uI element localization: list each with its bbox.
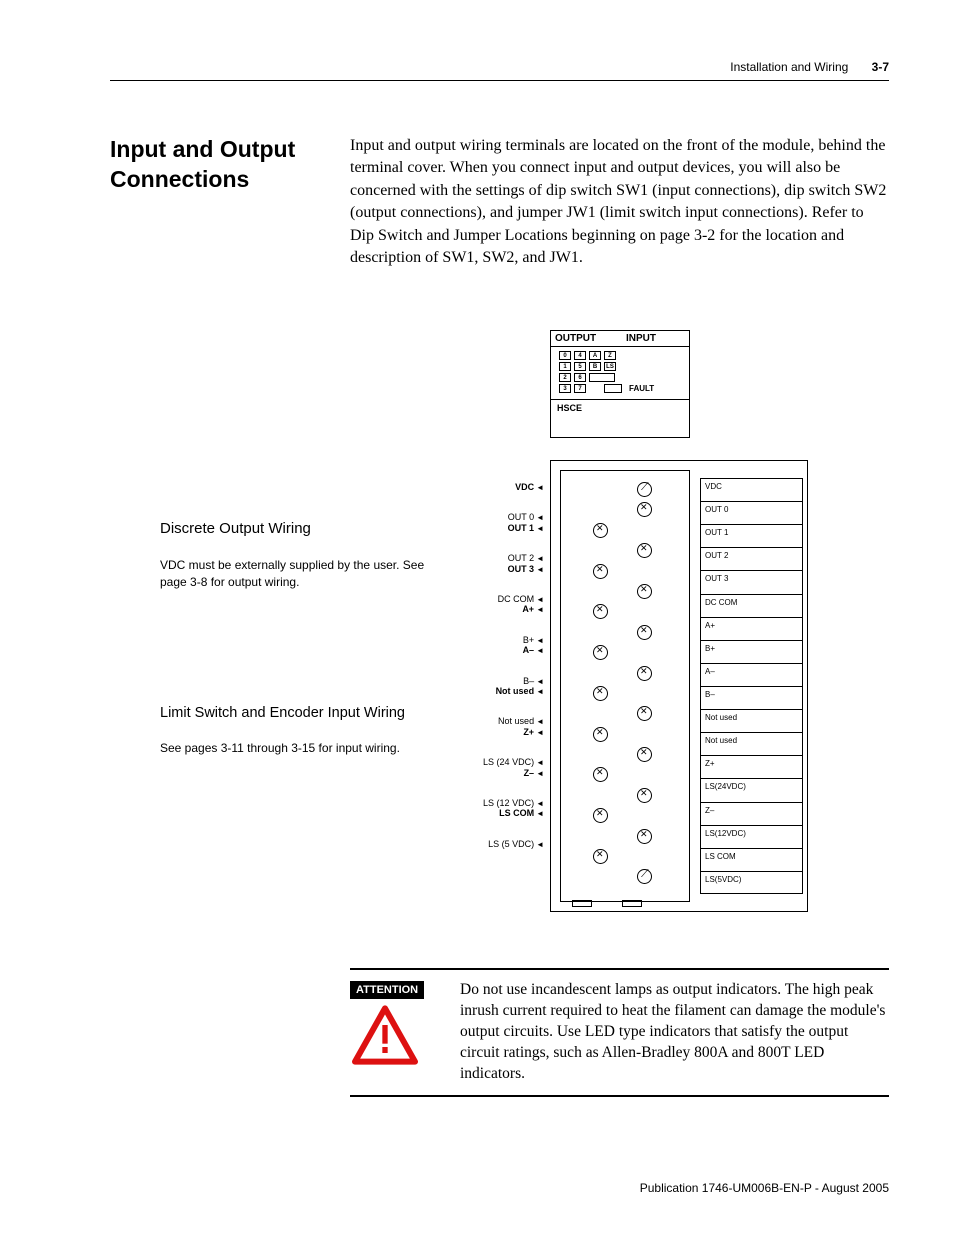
running-header: Installation and Wiring 3-7 bbox=[730, 60, 889, 74]
right-terminal-label: OUT 3 bbox=[700, 570, 803, 593]
right-terminal-label: Z– bbox=[700, 802, 803, 825]
terminal-label: Z+ bbox=[523, 722, 550, 742]
right-terminal-label: OUT 1 bbox=[700, 524, 803, 547]
led-output-label: OUTPUT bbox=[551, 331, 618, 346]
terminal-label: OUT 3 bbox=[508, 559, 550, 579]
section-title: Input and Output Connections bbox=[110, 135, 310, 195]
terminal-label: Z– bbox=[524, 763, 550, 783]
header-rule bbox=[110, 80, 889, 81]
wiring-diagram: OUTPUT INPUT 04AZ15BLS2637FAULT HSCE VDC… bbox=[410, 330, 820, 915]
hsce-label: HSCE bbox=[551, 399, 689, 416]
attention-block: ATTENTION Do not use incandescent lamps … bbox=[350, 968, 889, 1097]
right-terminal-label: OUT 2 bbox=[700, 547, 803, 570]
discrete-output-body: VDC must be externally supplied by the u… bbox=[160, 557, 430, 591]
terminal-screws bbox=[575, 480, 685, 888]
warning-icon bbox=[350, 1005, 440, 1070]
discrete-output-title: Discrete Output Wiring bbox=[160, 520, 430, 537]
terminal-label: LS COM bbox=[499, 803, 550, 823]
right-terminal-label: LS(24VDC) bbox=[700, 778, 803, 801]
terminal-block-right: VDCOUT 0OUT 1OUT 2OUT 3DC COMA+B+A–B–Not… bbox=[700, 478, 803, 894]
right-terminal-label: VDC bbox=[700, 478, 803, 501]
right-terminal-label: LS COM bbox=[700, 848, 803, 871]
terminal-label: LS (5 VDC) bbox=[488, 834, 550, 854]
right-terminal-label: Z+ bbox=[700, 755, 803, 778]
right-terminal-label: B+ bbox=[700, 640, 803, 663]
right-terminal-label: OUT 0 bbox=[700, 501, 803, 524]
right-terminal-label: B– bbox=[700, 686, 803, 709]
right-terminal-label: Not used bbox=[700, 732, 803, 755]
terminal-label: VDC bbox=[515, 477, 550, 497]
led-input-label: INPUT bbox=[618, 331, 689, 346]
right-terminal-label: Not used bbox=[700, 709, 803, 732]
limit-switch-note: Limit Switch and Encoder Input Wiring Se… bbox=[160, 705, 430, 755]
module-bottom-tabs bbox=[572, 900, 642, 907]
right-terminal-label: LS(12VDC) bbox=[700, 825, 803, 848]
attention-text: Do not use incandescent lamps as output … bbox=[460, 980, 889, 1085]
terminal-label: OUT 1 bbox=[508, 518, 550, 538]
limit-switch-title: Limit Switch and Encoder Input Wiring bbox=[160, 705, 430, 721]
discrete-output-note: Discrete Output Wiring VDC must be exter… bbox=[160, 520, 430, 591]
terminal-label: Not used bbox=[496, 681, 550, 701]
limit-switch-body: See pages 3-11 through 3-15 for input wi… bbox=[160, 741, 430, 755]
led-indicator-panel: OUTPUT INPUT 04AZ15BLS2637FAULT HSCE bbox=[550, 330, 690, 438]
attention-label: ATTENTION bbox=[350, 981, 424, 999]
right-terminal-label: LS(5VDC) bbox=[700, 871, 803, 894]
chapter-name: Installation and Wiring bbox=[730, 60, 848, 74]
footer-publication: Publication 1746-UM006B-EN-P - August 20… bbox=[640, 1181, 889, 1195]
terminal-label: A+ bbox=[522, 599, 550, 619]
right-terminal-label: A– bbox=[700, 663, 803, 686]
page-number: 3-7 bbox=[872, 60, 889, 74]
terminal-label: A– bbox=[523, 640, 550, 660]
terminal-labels: VDCOUT 0OUT 1OUT 2OUT 3DC COMA+B+A–B–Not… bbox=[440, 480, 550, 888]
right-terminal-label: DC COM bbox=[700, 594, 803, 617]
right-terminal-label: A+ bbox=[700, 617, 803, 640]
section-body: Input and output wiring terminals are lo… bbox=[350, 135, 889, 269]
